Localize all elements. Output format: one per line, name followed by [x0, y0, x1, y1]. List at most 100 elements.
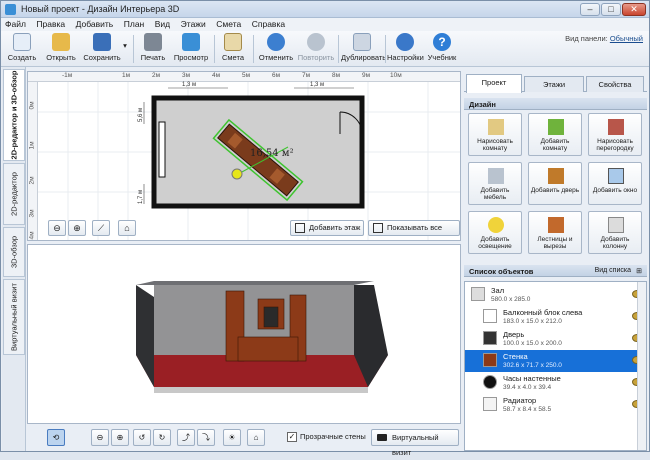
lighting-button[interactable]: ☀ [223, 429, 241, 446]
add-door-button[interactable]: Добавить дверь [528, 162, 582, 205]
draw-room-button[interactable]: Нарисовать комнату [468, 113, 522, 156]
floor-plan-editor[interactable]: -1м 1м 2м 3м 4м 5м 6м 7м 8м 9м 10м 0м 1м… [27, 71, 461, 241]
menu-add[interactable]: Добавить [72, 18, 118, 29]
tutorial-button[interactable]: ? Учебник [425, 33, 459, 65]
open-button[interactable]: Открыть [45, 33, 77, 65]
object-dims: 58.7 x 8.4 x 58.5 [503, 406, 552, 413]
tab-2d-and-3d[interactable]: 2D-редактор и 3D-обзор [3, 69, 25, 161]
tab-project[interactable]: Проект [466, 74, 522, 93]
zoom-out-icon: ⊖ [96, 433, 104, 442]
object-dims: 39.4 x 4.0 x 39.4 [503, 384, 552, 391]
undo-button[interactable]: Отменить [257, 33, 295, 65]
draw-partition-button[interactable]: Нарисовать перегородку [588, 113, 642, 156]
help-icon: ? [433, 33, 451, 51]
add-window-button[interactable]: Добавить окно [588, 162, 642, 205]
list-item[interactable]: Зал 580.0 x 285.0 [465, 284, 646, 306]
tab-2d-editor[interactable]: 2D-редактор [3, 163, 25, 225]
menu-floors[interactable]: Этажи [177, 18, 210, 29]
add-lighting-button[interactable]: Добавить освещение [468, 211, 522, 254]
transparent-walls-checkbox[interactable]: ✓ [287, 432, 297, 442]
object-name: Зал [491, 286, 505, 295]
tab-floors[interactable]: Этажи [524, 76, 584, 92]
gear-icon [396, 33, 414, 51]
tilt-down-icon: ⤵ [202, 433, 210, 442]
tab-3d-view[interactable]: 3D-обзор [3, 227, 25, 277]
tilt-down-button[interactable]: ⤵ [197, 429, 215, 446]
zoom-in-icon: ⊕ [73, 223, 81, 233]
add-floor-button[interactable]: Добавить этаж [290, 220, 364, 236]
objects-header-label: Список объектов [469, 267, 534, 276]
rotate-left-button[interactable]: ↺ [133, 429, 151, 446]
3d-view[interactable] [27, 244, 461, 424]
save-button[interactable]: Сохранить [83, 33, 121, 65]
tilt-up-icon: ⤴ [182, 433, 190, 442]
redo-button[interactable]: Повторить [297, 33, 335, 65]
menu-edit[interactable]: Правка [32, 18, 69, 29]
tutorial-label: Учебник [427, 53, 457, 62]
panel-view-selector[interactable]: Вид панели: Обычный [565, 34, 643, 43]
draw-partition-label: Нарисовать перегородку [596, 138, 634, 152]
list-item[interactable]: Дверь 100.0 x 15.0 x 200.0 [465, 328, 646, 350]
stairs-button[interactable]: Лестницы и вырезы [528, 211, 582, 254]
view-list-button[interactable]: Вид списка [595, 267, 631, 274]
tab-virtual-visit[interactable]: Виртуальный визит [3, 279, 25, 355]
settings-label: Настройки [387, 53, 424, 62]
list-item[interactable]: Стенка 302.6 x 71.7 x 250.0 [465, 350, 646, 372]
clock-icon [483, 375, 497, 389]
measure-button[interactable]: ⟋ [92, 220, 110, 236]
object-list[interactable]: Зал 580.0 x 285.0 Балконный блок слева 183… [464, 281, 647, 451]
list-item[interactable]: Радиатор 58.7 x 8.4 x 58.5 [465, 394, 646, 416]
menu-view[interactable]: Вид [151, 18, 174, 29]
printer-icon [144, 33, 162, 51]
new-button[interactable]: Создать [7, 33, 37, 65]
tab-properties[interactable]: Свойства [586, 76, 644, 92]
home-3d-button[interactable]: ⌂ [247, 429, 265, 446]
object-list-scrollbar[interactable] [637, 282, 646, 450]
tab-3d-view-label: 3D-обзор [9, 235, 19, 269]
menu-help[interactable]: Справка [248, 18, 289, 29]
menu-plan[interactable]: План [120, 18, 149, 29]
print-button[interactable]: Печать [139, 33, 167, 65]
object-name: Часы настенные [503, 374, 561, 383]
preview-button[interactable]: Просмотр [173, 33, 209, 65]
close-button[interactable]: ✕ [622, 3, 646, 16]
undo-label: Отменить [258, 53, 294, 62]
toolbar-separator [253, 35, 254, 63]
dimension-top-left: 1,3 м [182, 82, 196, 88]
list-item[interactable]: Балконный блок слева 183.0 x 15.0 x 212.0 [465, 306, 646, 328]
add-column-button[interactable]: Добавить колонну [588, 211, 642, 254]
new-file-icon [13, 33, 31, 51]
menu-estimate[interactable]: Смета [212, 18, 245, 29]
duplicate-button[interactable]: Дублировать [341, 33, 386, 65]
estimate-button[interactable]: Смета [219, 33, 247, 65]
add-furniture-button[interactable]: Добавить мебель [468, 162, 522, 205]
zoom-out-button[interactable]: ⊖ [48, 220, 66, 236]
3d-wall-front-edge [154, 387, 368, 393]
menu-file[interactable]: Файл [1, 18, 30, 29]
window-title: Новый проект - Дизайн Интерьера 3D [21, 4, 180, 14]
maximize-button[interactable]: □ [601, 3, 621, 16]
rotate-right-button[interactable]: ↻ [153, 429, 171, 446]
transparent-walls-label: Прозрачные стены [300, 432, 366, 441]
app-window: Новый проект - Дизайн Интерьера 3D – □ ✕… [0, 0, 650, 457]
zoom-in-button[interactable]: ⊕ [68, 220, 86, 236]
zoom-in-3d-button[interactable]: ⊕ [111, 429, 129, 446]
zoom-out-3d-button[interactable]: ⊖ [91, 429, 109, 446]
3d-view-toolbar: ⟲ ⊖ ⊕ ↺ ↻ ⤴ ⤵ ☀ ⌂ ✓ Прозрачные стены Вир… [27, 426, 461, 457]
virtual-visit-button[interactable]: Виртуальный визит [371, 429, 459, 457]
tab-virtual-visit-label: Виртуальный визит [9, 283, 19, 351]
list-item[interactable]: Часы настенные 39.4 x 4.0 x 39.4 [465, 372, 646, 394]
orbit-mode-button[interactable]: ⟲ [47, 429, 65, 446]
save-dropdown[interactable]: ▾ [121, 41, 129, 73]
home-view-button[interactable]: ⌂ [118, 220, 136, 236]
view-list-icon[interactable]: ⊞ [636, 267, 642, 275]
add-room-button[interactable]: Добавить комнату [528, 113, 582, 156]
settings-button[interactable]: Настройки [387, 33, 424, 65]
tilt-up-button[interactable]: ⤴ [177, 429, 195, 446]
tab-floors-label: Этажи [542, 80, 566, 89]
minimize-button[interactable]: – [580, 3, 600, 16]
show-sizes-button[interactable]: Показывать все размеры [368, 220, 460, 240]
tab-properties-label: Свойства [598, 80, 632, 89]
panel-view-value[interactable]: Обычный [610, 34, 643, 43]
toolbar-separator [214, 35, 215, 63]
